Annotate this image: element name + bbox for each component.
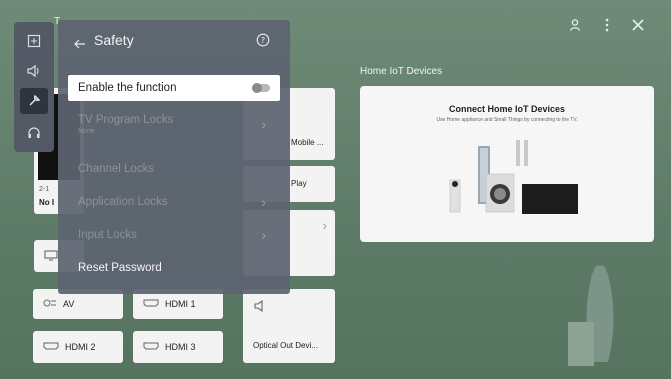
settings-rail [14, 22, 54, 152]
chevron-right-icon: › [261, 116, 266, 132]
menu-tv-program-locks-sub: None [78, 128, 95, 135]
channel-name: No I [39, 198, 55, 207]
menu-channel-locks-label: Channel Locks [78, 163, 155, 175]
speaker-icon [253, 299, 267, 315]
chevron-right-icon: › [261, 227, 266, 243]
input-av-label: AV [63, 299, 75, 309]
monitor-icon [44, 249, 58, 263]
menu-enable-function-label: Enable the function [78, 82, 177, 94]
help-icon[interactable]: ? [256, 32, 270, 51]
account-icon[interactable] [564, 14, 586, 36]
iot-connect-card[interactable]: Connect Home IoT Devices Use Home applia… [360, 86, 654, 242]
iot-card-subtitle: Use Home appliance and Small Things by c… [436, 117, 578, 123]
close-icon[interactable] [627, 14, 649, 36]
headset-icon[interactable] [20, 120, 48, 146]
input-optical-label: Optical Out Devi... [253, 341, 318, 350]
menu-application-locks-label: Application Locks [78, 196, 168, 208]
hdmi-icon [143, 342, 159, 352]
hdmi-icon [143, 299, 159, 309]
channel-number: 2-1 [39, 186, 50, 193]
chevron-right-icon: › [261, 194, 266, 210]
more-options-icon[interactable] [596, 14, 618, 36]
input-hdmi1-label: HDMI 1 [165, 299, 196, 309]
picture-icon[interactable] [20, 28, 48, 54]
enable-toggle[interactable] [252, 83, 270, 93]
svg-text:?: ? [261, 36, 265, 45]
toggle-knob [252, 83, 262, 93]
safety-title: Safety [94, 32, 134, 48]
safety-menu: Safety ? Enable the function TV Program … [58, 20, 290, 294]
appliances-illustration [449, 140, 578, 214]
tile-mobile-label: Mobile ... [291, 138, 324, 147]
iot-section-title: Home IoT Devices [360, 66, 443, 77]
input-hdmi2[interactable]: HDMI 2 [33, 331, 123, 363]
menu-reset-password-label: Reset Password [78, 262, 162, 274]
hdmi-icon [43, 342, 59, 352]
iot-card-title: Connect Home IoT Devices [448, 104, 566, 114]
input-hdmi2-label: HDMI 2 [65, 342, 96, 352]
menu-input-locks: Input Locks › [68, 222, 280, 248]
chevron-right-icon: › [322, 218, 327, 233]
menu-input-locks-label: Input Locks [78, 229, 137, 241]
menu-application-locks: Application Locks › [68, 189, 280, 215]
input-hdmi3-label: HDMI 3 [165, 342, 196, 352]
tile-play-label: Play [291, 179, 307, 188]
menu-reset-password[interactable]: Reset Password [68, 255, 280, 281]
input-hdmi3[interactable]: HDMI 3 [133, 331, 223, 363]
vase-decoration [568, 265, 614, 366]
menu-tv-program-locks: TV Program Locks None › [68, 110, 280, 144]
back-arrow-icon[interactable] [74, 34, 86, 53]
menu-enable-function[interactable]: Enable the function [68, 75, 280, 101]
menu-tv-program-locks-label: TV Program Locks [78, 114, 174, 126]
av-icon [43, 298, 57, 310]
menu-channel-locks: Channel Locks [68, 156, 280, 182]
wrench-icon[interactable] [20, 88, 48, 114]
input-optical-out[interactable]: Optical Out Devi... [243, 289, 335, 363]
speaker-icon[interactable] [20, 58, 48, 84]
